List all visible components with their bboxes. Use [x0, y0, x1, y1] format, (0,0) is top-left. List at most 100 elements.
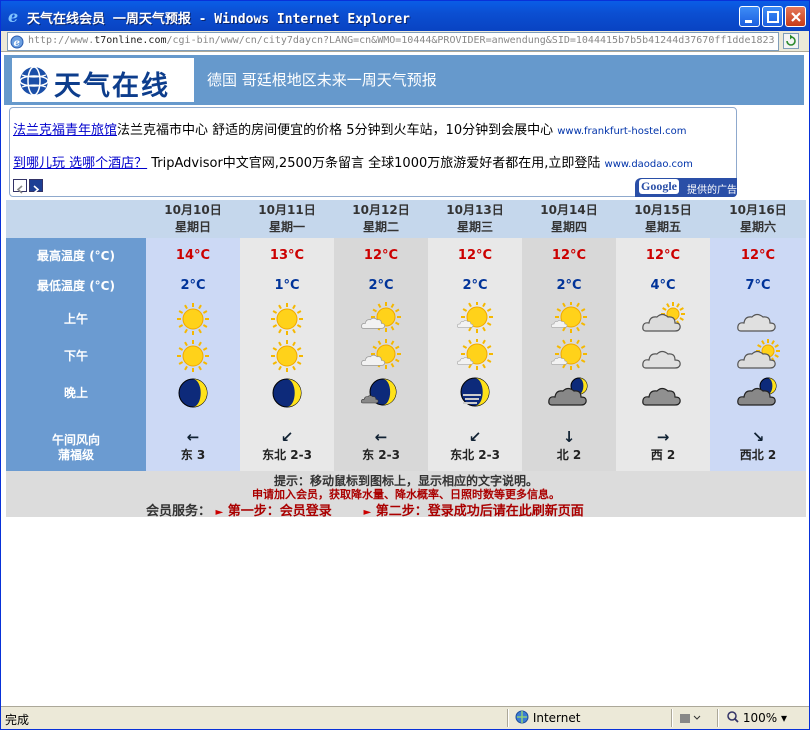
close-button[interactable] [785, 6, 806, 27]
wind-arrow-icon[interactable]: → [616, 428, 710, 446]
sun-cloud-small-afternoon-icon[interactable] [547, 338, 591, 373]
ad-link[interactable]: 到哪儿玩 选哪个酒店？ [13, 156, 147, 171]
cloud-dark-night-icon[interactable] [641, 376, 685, 410]
day-date: 10月11日 [258, 203, 316, 217]
day-header: 10月11日 星期一 [240, 200, 334, 238]
day-header: 10月12日 星期二 [334, 200, 428, 238]
wind-arrow-icon[interactable]: ← [334, 428, 428, 446]
step2-link[interactable]: 第二步：登录成功后请在此刷新页面 [376, 504, 584, 519]
day-weekday: 星期五 [644, 220, 681, 234]
label-beaufort: 蒲福级 [57, 448, 94, 462]
low-temp: 2°C [462, 278, 488, 293]
svg-text:e: e [14, 38, 20, 49]
low-temp: 1°C [274, 278, 300, 293]
service-label: 会员服务： [146, 504, 212, 519]
maximize-button[interactable] [762, 6, 783, 27]
google-ads-badge[interactable]: Google 提供的广告 [635, 178, 737, 197]
sun-cloud-small-morning-icon[interactable] [547, 301, 591, 336]
day-date: 10月12日 [352, 203, 410, 217]
sunny-afternoon-icon[interactable] [171, 339, 215, 373]
sun-cloud-small-morning-icon[interactable] [453, 301, 497, 336]
ad-text: TripAdvisor中文官网,2500万条留言 全球1000万旅游爱好者都在用… [147, 156, 601, 171]
low-temp: 2°C [556, 278, 582, 293]
wind-value: 东 2-3 [362, 448, 400, 462]
high-temp: 13°C [269, 248, 305, 263]
ad-item[interactable]: 到哪儿玩 选哪个酒店？ TripAdvisor中文官网,2500万条留言 全球1… [13, 152, 693, 171]
day-date: 10月15日 [634, 203, 692, 217]
browser-window: e 天气在线会员 一周天气预报 - Windows Internet Explo… [0, 0, 810, 730]
cloud-morning-icon[interactable] [736, 302, 780, 336]
day-column: 10月11日 星期一 13°C 1°C ↙ 东北 2-3 [240, 200, 334, 471]
ad-domain[interactable]: www.frankfurt-hostel.com [557, 126, 686, 137]
ad-item[interactable]: 法兰克福青年旅馆法兰克福市中心 舒适的房间便宜的价格 5分钟到火车站，10分钟到… [13, 119, 686, 138]
label-night: 晚上 [63, 386, 88, 400]
status-divider [717, 709, 719, 727]
sunny-morning-icon[interactable] [171, 302, 215, 336]
low-temp: 2°C [368, 278, 394, 293]
cloud-sun-afternoon-icon[interactable] [736, 339, 780, 373]
protected-mode-icon[interactable] [679, 711, 705, 725]
step1-link[interactable]: 第一步：会员登录 [228, 504, 332, 519]
wind-value: 北 2 [556, 448, 582, 462]
day-header: 10月16日 星期六 [710, 200, 806, 238]
low-temp: 4°C [650, 278, 676, 293]
wind-value: 西北 2 [739, 448, 777, 462]
site-logo[interactable]: 天气在线 [12, 58, 194, 102]
site-header: 天气在线 德国 哥廷根地区未来一周天气预报 [4, 55, 804, 105]
weather-table: 最高温度 (°C) 最低温度 (°C) 上午 下午 晚上 午间风向 蒲福级 10… [6, 200, 806, 471]
high-temp: 12°C [363, 248, 399, 263]
member-notice: 提示：移动鼠标到图标上，显示相应的文字说明。 申请加入会员，获取降水量、降水概率… [6, 471, 806, 519]
cloud-moon-dark-night-icon[interactable] [736, 376, 780, 410]
moon-clear-night-icon[interactable] [265, 376, 309, 410]
wind-value: 西 2 [650, 448, 676, 462]
wind-arrow-icon[interactable]: ↘ [710, 428, 806, 446]
moon-clear-night-icon[interactable] [171, 376, 215, 410]
label-morning: 上午 [63, 312, 88, 326]
high-temp: 12°C [457, 248, 493, 263]
wind-arrow-icon[interactable]: ← [146, 428, 240, 446]
page-title: 德国 哥廷根地区未来一周天气预报 [207, 71, 437, 89]
day-date: 10月13日 [446, 203, 504, 217]
day-date: 10月10日 [164, 203, 222, 217]
label-high-temp: 最高温度 (°C) [37, 249, 115, 263]
triangle-icon: ► [215, 507, 224, 518]
sunny-morning-icon[interactable] [265, 302, 309, 336]
moon-fog-night-icon[interactable] [453, 376, 497, 410]
day-header: 10月15日 星期五 [616, 200, 710, 238]
day-header: 10月10日 星期日 [146, 200, 240, 238]
sunny-afternoon-icon[interactable] [265, 339, 309, 373]
cloud-sun-morning-icon[interactable] [641, 302, 685, 336]
day-weekday: 星期四 [550, 220, 587, 234]
title-bar[interactable]: e 天气在线会员 一周天气预报 - Windows Internet Explo… [1, 1, 809, 31]
cloud-afternoon-icon[interactable] [641, 339, 685, 373]
address-field[interactable]: e http://www.t7online.com/cgi-bin/www/cn… [7, 32, 779, 51]
prev-ad-button[interactable] [13, 179, 27, 194]
security-zone[interactable]: Internet [515, 710, 580, 725]
refresh-icon[interactable] [783, 33, 799, 49]
sun-cloud-afternoon-icon[interactable] [359, 339, 403, 373]
wind-arrow-icon[interactable]: ↙ [240, 428, 334, 446]
status-divider [507, 709, 509, 727]
logo-text: 天气在线 [54, 71, 170, 102]
cloud-moon-dark-night-icon[interactable] [547, 376, 591, 410]
day-date: 10月16日 [729, 203, 787, 217]
sun-cloud-small-afternoon-icon[interactable] [453, 338, 497, 373]
minimize-button[interactable] [739, 6, 760, 27]
wind-value: 东 3 [180, 448, 206, 462]
label-low-temp: 最低温度 (°C) [37, 279, 115, 293]
wind-value: 东北 2-3 [262, 448, 312, 462]
ad-link[interactable]: 法兰克福青年旅馆 [13, 123, 117, 138]
triangle-icon: ► [363, 507, 372, 518]
moon-cloud-night-icon[interactable] [359, 376, 403, 410]
sun-cloud-morning-icon[interactable] [359, 302, 403, 336]
wind-arrow-icon[interactable]: ↙ [428, 428, 522, 446]
url-text[interactable]: http://www.t7online.com/cgi-bin/www/cn/c… [28, 35, 778, 46]
day-date: 10月14日 [540, 203, 598, 217]
low-temp: 2°C [180, 278, 206, 293]
zone-label: Internet [532, 711, 581, 725]
zoom-control[interactable]: 100% ▾ [727, 711, 787, 725]
wind-value: 东北 2-3 [450, 448, 500, 462]
next-ad-button[interactable] [29, 179, 43, 194]
ad-domain[interactable]: www.daodao.com [605, 159, 693, 170]
wind-arrow-icon[interactable]: ↓ [522, 428, 616, 446]
